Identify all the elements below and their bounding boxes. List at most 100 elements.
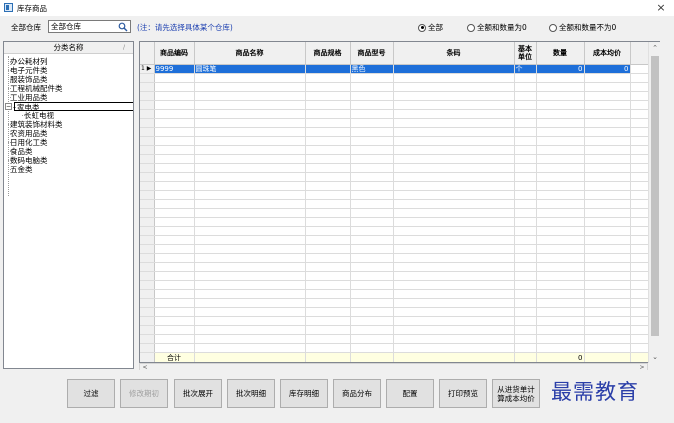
- table-cell[interactable]: [154, 244, 195, 254]
- table-cell[interactable]: [514, 343, 537, 353]
- table-cell[interactable]: [305, 154, 351, 164]
- table-row[interactable]: [140, 100, 651, 110]
- radio-zero[interactable]: 全额和数量为0: [467, 22, 527, 33]
- table-cell[interactable]: [536, 208, 585, 218]
- tree-item[interactable]: 电子元件类: [8, 66, 48, 75]
- table-cell[interactable]: [305, 181, 351, 191]
- table-cell[interactable]: [514, 172, 537, 182]
- row-header[interactable]: [140, 145, 155, 155]
- table-cell[interactable]: [584, 262, 631, 272]
- table-cell[interactable]: [536, 118, 585, 128]
- table-cell[interactable]: [154, 100, 195, 110]
- table-cell[interactable]: [514, 289, 537, 299]
- table-cell[interactable]: [305, 109, 351, 119]
- table-cell[interactable]: [154, 172, 195, 182]
- tree-item[interactable]: 五金类: [8, 165, 33, 174]
- row-header[interactable]: [140, 73, 155, 83]
- tree-item[interactable]: 工业用品类: [8, 93, 48, 102]
- table-cell[interactable]: [154, 73, 195, 83]
- table-cell[interactable]: [514, 307, 537, 317]
- table-cell[interactable]: [393, 316, 515, 326]
- table-cell[interactable]: [584, 154, 631, 164]
- table-cell[interactable]: [584, 118, 631, 128]
- table-cell[interactable]: [305, 271, 351, 281]
- row-header[interactable]: [140, 226, 155, 236]
- table-cell[interactable]: [305, 136, 351, 146]
- table-cell[interactable]: [514, 280, 537, 290]
- table-cell[interactable]: [350, 325, 394, 335]
- table-cell[interactable]: 个: [514, 64, 537, 74]
- table-cell[interactable]: [350, 109, 394, 119]
- table-cell[interactable]: [154, 235, 195, 245]
- tree-item[interactable]: 食品类: [8, 147, 33, 156]
- table-cell[interactable]: [305, 298, 351, 308]
- table-cell[interactable]: [154, 199, 195, 209]
- table-cell[interactable]: [194, 226, 306, 236]
- table-cell[interactable]: [350, 172, 394, 182]
- table-cell[interactable]: [514, 163, 537, 173]
- table-cell[interactable]: [305, 91, 351, 101]
- table-cell[interactable]: [514, 154, 537, 164]
- table-cell[interactable]: [305, 118, 351, 128]
- table-cell[interactable]: [154, 253, 195, 263]
- table-cell[interactable]: [305, 280, 351, 290]
- table-cell[interactable]: [536, 217, 585, 227]
- table-cell[interactable]: [514, 109, 537, 119]
- table-cell[interactable]: [584, 181, 631, 191]
- table-row[interactable]: 1 ▶ 9999 圆珠笔 黑色个 0 0: [140, 64, 651, 74]
- table-cell[interactable]: [305, 289, 351, 299]
- col-header-spec[interactable]: 商品规格: [305, 42, 351, 65]
- table-cell[interactable]: [514, 244, 537, 254]
- table-cell[interactable]: [514, 100, 537, 110]
- table-cell[interactable]: [305, 262, 351, 272]
- table-cell[interactable]: [350, 127, 394, 137]
- table-row[interactable]: [140, 262, 651, 272]
- table-row[interactable]: [140, 226, 651, 236]
- warehouse-field[interactable]: 全部仓库: [48, 20, 131, 33]
- table-cell[interactable]: [350, 235, 394, 245]
- table-cell[interactable]: [393, 154, 515, 164]
- print-preview-button[interactable]: 打印预览: [439, 379, 487, 408]
- tree-header[interactable]: 分类名称 /: [4, 42, 133, 54]
- table-cell[interactable]: [584, 172, 631, 182]
- table-cell[interactable]: [350, 163, 394, 173]
- table-cell[interactable]: [393, 163, 515, 173]
- table-row[interactable]: [140, 118, 651, 128]
- tree-item[interactable]: 工程机械配件类: [8, 84, 63, 93]
- table-cell[interactable]: [350, 154, 394, 164]
- table-cell[interactable]: [305, 82, 351, 92]
- row-header-selected[interactable]: 1 ▶: [140, 64, 155, 74]
- table-cell[interactable]: [536, 181, 585, 191]
- radio-nonzero[interactable]: 全额和数量不为0: [549, 22, 616, 33]
- filter-button[interactable]: 过滤: [67, 379, 115, 408]
- table-row[interactable]: [140, 199, 651, 209]
- row-header[interactable]: [140, 343, 155, 353]
- tree-item[interactable]: 农资用品类: [8, 129, 48, 138]
- table-cell[interactable]: [536, 343, 585, 353]
- table-cell[interactable]: [584, 208, 631, 218]
- table-cell[interactable]: [350, 145, 394, 155]
- tree-item[interactable]: 家电类: [13, 102, 133, 112]
- table-cell[interactable]: [305, 307, 351, 317]
- table-cell[interactable]: [305, 172, 351, 182]
- table-row[interactable]: [140, 145, 651, 155]
- table-cell[interactable]: [154, 334, 195, 344]
- row-header[interactable]: [140, 253, 155, 263]
- row-header[interactable]: [140, 127, 155, 137]
- row-header[interactable]: [140, 154, 155, 164]
- table-cell[interactable]: [514, 298, 537, 308]
- table-cell[interactable]: [393, 109, 515, 119]
- table-cell[interactable]: [393, 343, 515, 353]
- scroll-thumb[interactable]: [651, 56, 659, 336]
- table-cell[interactable]: [393, 307, 515, 317]
- table-cell[interactable]: [393, 298, 515, 308]
- table-row[interactable]: [140, 136, 651, 146]
- table-cell[interactable]: [305, 253, 351, 263]
- row-header[interactable]: [140, 100, 155, 110]
- table-cell[interactable]: [393, 334, 515, 344]
- table-cell[interactable]: [584, 82, 631, 92]
- table-row[interactable]: [140, 307, 651, 317]
- row-header[interactable]: [140, 91, 155, 101]
- table-row[interactable]: [140, 325, 651, 335]
- table-cell[interactable]: [350, 298, 394, 308]
